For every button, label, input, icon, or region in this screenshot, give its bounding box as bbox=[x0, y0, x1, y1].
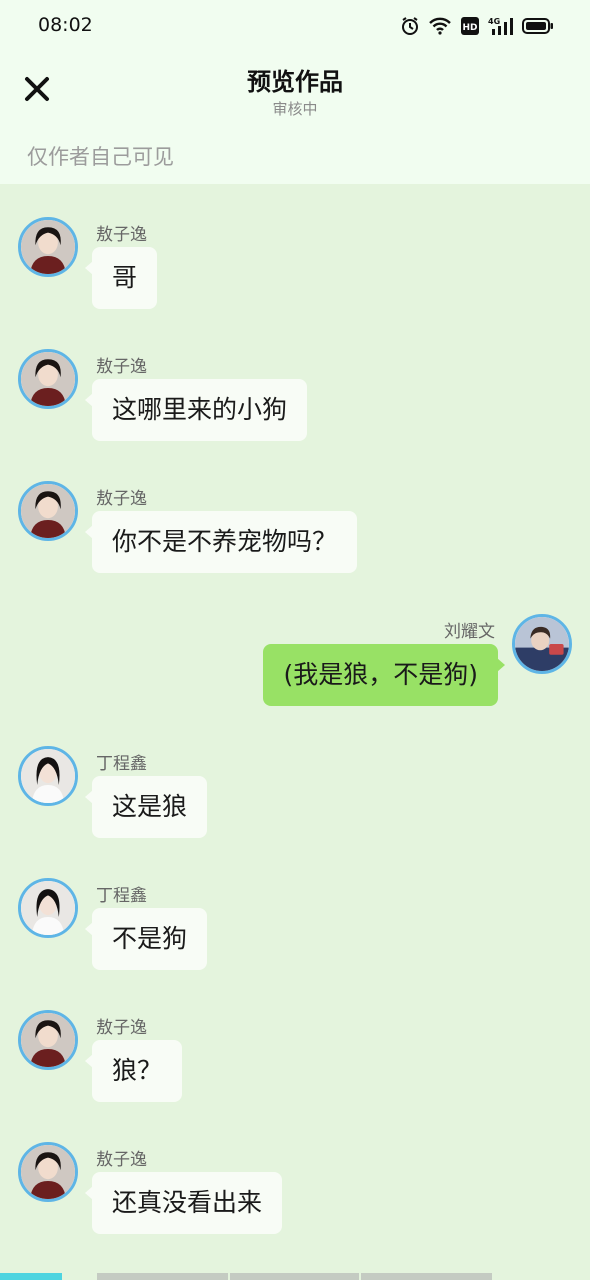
message-bubble[interactable]: 狼？ bbox=[84, 1040, 183, 1102]
progress-segment-active bbox=[0, 1273, 62, 1280]
avatar-dingchengxin[interactable] bbox=[18, 878, 78, 938]
sender-name: 丁程鑫 bbox=[96, 754, 147, 774]
message-bubble[interactable]: (我是狼，不是狗) bbox=[263, 644, 505, 706]
network-label: 4G bbox=[488, 17, 500, 26]
sender-name: 敖子逸 bbox=[96, 1150, 147, 1170]
avatar-dingchengxin[interactable] bbox=[18, 746, 78, 806]
message-bubble[interactable]: 你不是不养宠物吗？ bbox=[84, 511, 358, 573]
message-bubble[interactable]: 这哪里来的小狗 bbox=[84, 379, 308, 441]
avatar-aoziyi[interactable] bbox=[18, 217, 78, 277]
avatar-aoziyi[interactable] bbox=[18, 481, 78, 541]
status-time: 08:02 bbox=[38, 14, 93, 36]
alarm-icon bbox=[400, 16, 420, 36]
message-bubble[interactable]: 哥 bbox=[84, 247, 158, 309]
status-icons: HD 4G bbox=[400, 14, 554, 38]
visibility-note: 仅作者自己可见 bbox=[27, 145, 174, 169]
progress-segment bbox=[97, 1273, 228, 1280]
hd-icon: HD bbox=[460, 16, 480, 36]
status-bar: 08:02 HD 4G bbox=[0, 0, 590, 52]
wifi-icon bbox=[428, 16, 452, 36]
chat-list[interactable]: 敖子逸 哥 敖子逸 这哪里来的小狗 敖子逸 你不是不养宠物吗？ 刘耀文 (我是狼… bbox=[0, 184, 590, 1274]
review-status: 审核中 bbox=[272, 100, 318, 118]
page-title: 预览作品 bbox=[247, 68, 343, 96]
progress-segment bbox=[230, 1273, 359, 1280]
signal-4g-icon: 4G bbox=[488, 16, 514, 36]
message-bubble[interactable]: 不是狗 bbox=[84, 908, 208, 970]
avatar-aoziyi[interactable] bbox=[18, 349, 78, 409]
avatar-aoziyi[interactable] bbox=[18, 1010, 78, 1070]
sender-name: 敖子逸 bbox=[96, 1018, 147, 1038]
avatar-liuyaowen[interactable] bbox=[512, 614, 572, 674]
hd-label: HD bbox=[462, 23, 477, 33]
sender-name: 敖子逸 bbox=[96, 225, 147, 245]
sender-name: 丁程鑫 bbox=[96, 886, 147, 906]
avatar-aoziyi[interactable] bbox=[18, 1142, 78, 1202]
sender-name: 刘耀文 bbox=[444, 622, 495, 642]
sender-name: 敖子逸 bbox=[96, 357, 147, 377]
message-bubble[interactable]: 还真没看出来 bbox=[84, 1172, 283, 1234]
battery-icon bbox=[522, 17, 554, 35]
progress-segment bbox=[361, 1273, 492, 1280]
story-progress bbox=[0, 1273, 590, 1280]
message-bubble[interactable]: 这是狼 bbox=[84, 776, 208, 838]
sender-name: 敖子逸 bbox=[96, 489, 147, 509]
header: 预览作品 审核中 仅作者自己可见 bbox=[0, 52, 590, 184]
